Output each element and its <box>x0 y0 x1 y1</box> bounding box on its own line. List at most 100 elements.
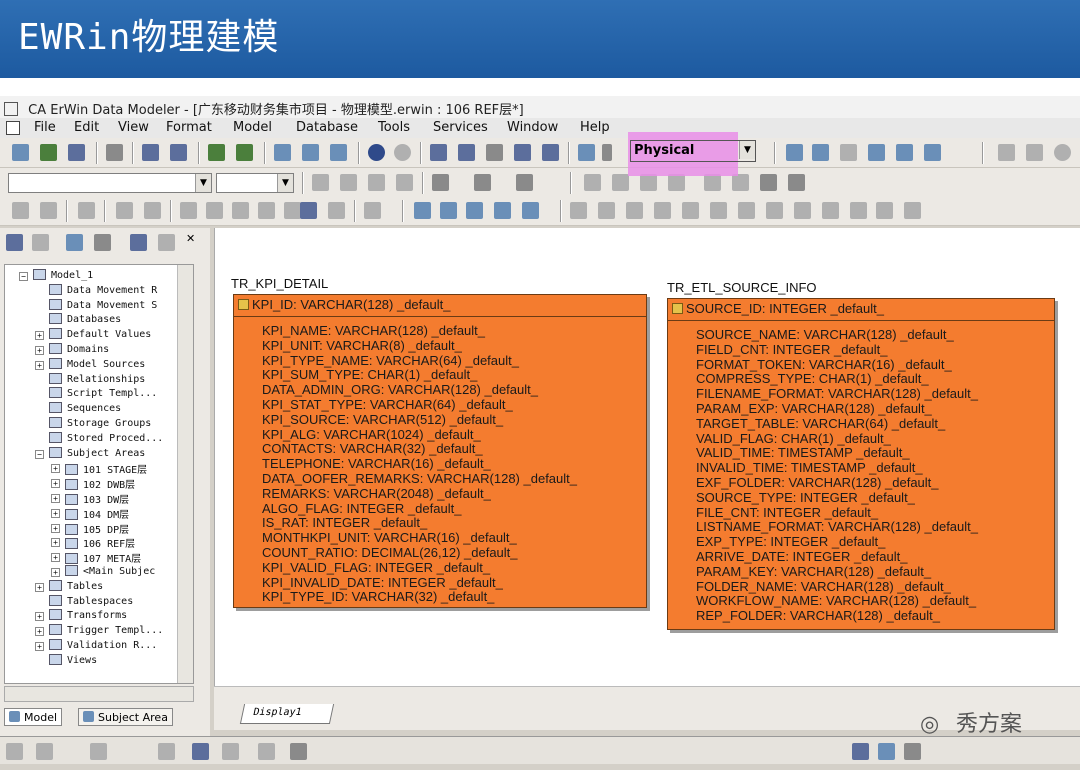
tree-item[interactable]: Relationships <box>49 372 145 388</box>
align-right-icon[interactable] <box>640 174 657 191</box>
entity-attribute[interactable]: ARRIVE_DATE: INTEGER _default_ <box>696 549 907 564</box>
tree-item[interactable]: + Tables <box>35 579 103 595</box>
tab-display1[interactable]: Display1 <box>239 704 335 724</box>
entity-attribute[interactable]: MONTHKPI_UNIT: VARCHAR(16) _default_ <box>262 530 517 545</box>
tree-horizontal-scrollbar[interactable] <box>4 686 194 702</box>
cut-icon[interactable] <box>12 202 29 219</box>
expand-icon[interactable]: + <box>51 523 60 533</box>
entity-attribute[interactable]: SOURCE_NAME: VARCHAR(128) _default_ <box>696 327 954 342</box>
entity-attribute[interactable]: ALGO_FLAG: INTEGER _default_ <box>262 501 461 516</box>
entity-attribute[interactable]: DATA_OOFER_REMARKS: VARCHAR(128) _defaul… <box>262 471 577 486</box>
lock-icon[interactable] <box>78 202 95 219</box>
tree-item[interactable]: +102 DWB层 <box>51 476 135 491</box>
compare-icon[interactable] <box>330 144 347 161</box>
display-dropdown-icon[interactable] <box>602 144 612 161</box>
entity-attribute[interactable]: DATA_ADMIN_ORG: VARCHAR(128) _default_ <box>262 382 538 397</box>
tree-item[interactable]: + Domains <box>35 343 109 358</box>
collapse-icon[interactable]: − <box>35 449 44 459</box>
save-icon[interactable] <box>68 144 85 161</box>
font-color-icon[interactable] <box>432 174 449 191</box>
rotate-icon[interactable] <box>206 202 223 219</box>
tree-item[interactable]: + Validation R... <box>35 639 157 654</box>
find-icon[interactable] <box>130 234 147 251</box>
headset-icon[interactable] <box>466 202 483 219</box>
align-justify-icon[interactable] <box>668 174 685 191</box>
distribute-icon[interactable] <box>654 202 671 219</box>
font-combo[interactable]: ▼ <box>8 173 212 193</box>
properties-icon[interactable] <box>66 234 83 251</box>
entity-attribute[interactable]: KPI_SUM_TYPE: CHAR(1) _default_ <box>262 367 477 382</box>
forward-engineer-icon[interactable] <box>208 144 225 161</box>
tree-item[interactable]: + <Main Subjec <box>51 565 155 580</box>
entity-attribute[interactable]: CONTACTS: VARCHAR(32) _default_ <box>262 441 483 456</box>
entity-attribute[interactable]: TELEPHONE: VARCHAR(16) _default_ <box>262 456 491 471</box>
snap-icon[interactable] <box>876 202 893 219</box>
menu-tools[interactable]: Tools <box>378 120 410 135</box>
tree-item[interactable]: + Transforms <box>35 609 127 624</box>
entity-attribute[interactable]: EXF_FOLDER: VARCHAR(128) _default_ <box>696 475 939 490</box>
model-type-combo[interactable]: Physical ▼ <box>630 140 756 162</box>
table-icon[interactable] <box>116 202 133 219</box>
tree-item[interactable]: + Default Values <box>35 328 151 343</box>
entity-attribute[interactable]: KPI_TYPE_ID: VARCHAR(32) _default_ <box>262 589 494 604</box>
tab-model[interactable]: Model <box>4 708 63 726</box>
entity-attribute[interactable]: INVALID_TIME: TIMESTAMP _default_ <box>696 460 923 475</box>
align-bottom-icon[interactable] <box>598 202 615 219</box>
canvas-horizontal-scrollbar[interactable] <box>214 686 1080 700</box>
tree-item[interactable]: + Model Sources <box>35 357 145 373</box>
shape-icon[interactable] <box>328 202 345 219</box>
merge-icon[interactable] <box>494 202 511 219</box>
expand-icon[interactable]: + <box>35 627 44 637</box>
pointer-icon[interactable] <box>786 144 803 161</box>
tree-item[interactable]: − Subject Areas <box>35 446 145 462</box>
entity-attribute[interactable]: LISTNAME_FORMAT: VARCHAR(128) _default_ <box>696 519 978 534</box>
tree-item[interactable]: +103 DW层 <box>51 491 129 506</box>
tree-item[interactable]: + Trigger Templ... <box>35 624 163 639</box>
entity-attribute[interactable]: FORMAT_TOKEN: VARCHAR(16) _default_ <box>696 357 952 372</box>
format-paint-icon[interactable] <box>732 174 749 191</box>
menu-file[interactable]: File <box>34 120 56 135</box>
tree-item[interactable]: +106 REF层 <box>51 535 135 550</box>
open-icon[interactable] <box>40 144 57 161</box>
entity-attribute[interactable]: KPI_SOURCE: VARCHAR(512) _default_ <box>262 412 503 427</box>
find-next-icon[interactable] <box>170 144 187 161</box>
bold-icon[interactable] <box>312 174 329 191</box>
zoom-in-icon[interactable] <box>458 144 475 161</box>
align-center-icon[interactable] <box>612 174 629 191</box>
same-width-icon[interactable] <box>682 202 699 219</box>
grid-icon[interactable] <box>794 202 811 219</box>
send-back-icon[interactable] <box>788 174 805 191</box>
expand-icon[interactable]: + <box>35 331 44 341</box>
entity-attribute[interactable]: KPI_ALG: VARCHAR(1024) _default_ <box>262 427 481 442</box>
chevron-down-icon[interactable]: ▼ <box>195 174 211 192</box>
tree-item[interactable]: − Model_1 <box>19 269 93 284</box>
display-level-icon[interactable] <box>578 144 595 161</box>
menu-edit[interactable]: Edit <box>74 120 99 135</box>
diagram-canvas[interactable]: TR_KPI_DETAIL KPI_ID: VARCHAR(128) _defa… <box>214 228 1080 698</box>
underline-icon[interactable] <box>368 174 385 191</box>
entity-attribute[interactable]: SOURCE_TYPE: INTEGER _default_ <box>696 490 915 505</box>
chart-icon[interactable] <box>258 202 275 219</box>
entity-attribute[interactable]: IS_RAT: INTEGER _default_ <box>262 515 427 530</box>
entity-attribute[interactable]: KPI_INVALID_DATE: INTEGER _default_ <box>262 575 503 590</box>
zoom-out-icon[interactable] <box>430 144 447 161</box>
menu-services[interactable]: Services <box>433 120 488 135</box>
expand-icon[interactable]: + <box>35 360 44 370</box>
fill-color-icon[interactable] <box>474 174 491 191</box>
expand-icon[interactable]: + <box>51 553 60 563</box>
collapse-icon[interactable]: − <box>19 272 28 281</box>
strikethrough-icon[interactable] <box>396 174 413 191</box>
zoom-page-icon[interactable] <box>542 144 559 161</box>
entity-attribute[interactable]: KPI_NAME: VARCHAR(128) _default_ <box>262 323 485 338</box>
entity-attribute[interactable]: KPI_TYPE_NAME: VARCHAR(64) _default_ <box>262 353 519 368</box>
entity-attribute[interactable]: COMPRESS_TYPE: CHAR(1) _default_ <box>696 371 929 386</box>
complete-compare-icon[interactable] <box>440 202 457 219</box>
frame-icon[interactable] <box>822 202 839 219</box>
undo-icon[interactable] <box>904 202 921 219</box>
expand-icon[interactable]: + <box>51 508 60 518</box>
comment-icon[interactable] <box>284 202 301 219</box>
tree-item[interactable]: Sequences <box>49 402 121 417</box>
entity-attribute[interactable]: REMARKS: VARCHAR(2048) _default_ <box>262 486 491 501</box>
delete-icon[interactable] <box>94 234 111 251</box>
bring-front-icon[interactable] <box>760 174 777 191</box>
